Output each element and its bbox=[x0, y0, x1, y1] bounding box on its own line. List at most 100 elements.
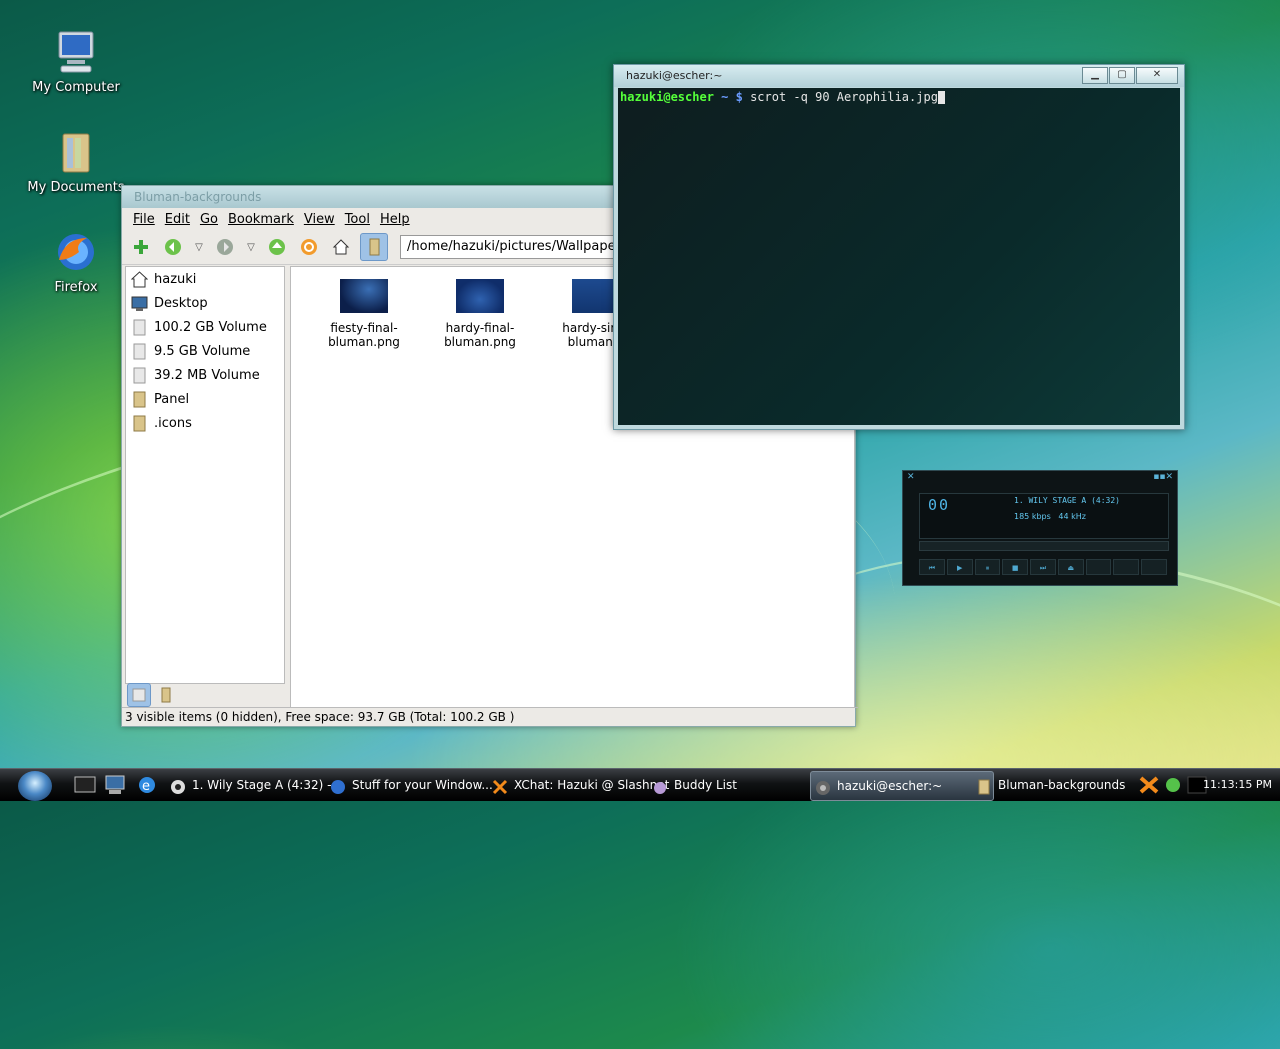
bitrate-value: 185 kbps bbox=[1014, 512, 1051, 521]
sidebar-item-volume[interactable]: 39.2 MB Volume bbox=[126, 363, 284, 387]
prompt-dir: ~ $ bbox=[721, 90, 743, 104]
tree-tab-icon[interactable] bbox=[155, 684, 177, 706]
minimize-icon[interactable]: ▁ bbox=[1082, 67, 1108, 84]
media-player[interactable]: ✕ ▪▪✕ 00 1. WILY STAGE A (4:32) 185 kbps… bbox=[902, 470, 1178, 586]
image-thumbnail bbox=[456, 279, 504, 313]
player-display: 00 1. WILY STAGE A (4:32) 185 kbps 44 kH… bbox=[919, 493, 1169, 539]
xchat-tray-icon[interactable] bbox=[1138, 775, 1160, 795]
task-music-player[interactable]: 1. Wily Stage A (4:32) - ... bbox=[166, 771, 342, 799]
window-title-text: hazuki@escher:~ bbox=[626, 69, 723, 82]
desktop-icon-firefox[interactable]: Firefox bbox=[26, 230, 126, 295]
equalizer-icon[interactable] bbox=[1113, 559, 1140, 575]
file-item[interactable]: hardy-final- bluman.png bbox=[425, 279, 535, 349]
menu-help[interactable]: Help bbox=[380, 212, 410, 227]
sidebar-item-label: Panel bbox=[154, 391, 190, 407]
terminal-launcher-icon[interactable] bbox=[74, 775, 96, 795]
pane-splitter[interactable] bbox=[285, 266, 289, 706]
player-menu-icon[interactable]: ✕ bbox=[907, 472, 915, 482]
folder-icon bbox=[131, 391, 148, 408]
playlist-icon[interactable] bbox=[1141, 559, 1168, 575]
previous-icon[interactable]: ⏮ bbox=[919, 559, 945, 575]
sidebar-item-label: hazuki bbox=[154, 271, 197, 287]
computer-launcher-icon[interactable] bbox=[104, 775, 126, 795]
menu-tool[interactable]: Tool bbox=[345, 212, 370, 227]
pidgin-tray-icon[interactable] bbox=[1162, 775, 1184, 795]
sidebar-item-volume[interactable]: 100.2 GB Volume bbox=[126, 315, 284, 339]
task-browser[interactable]: Stuff for your Window... bbox=[326, 771, 508, 799]
image-thumbnail bbox=[340, 279, 388, 313]
play-icon[interactable]: ▶ bbox=[946, 559, 973, 575]
menu-view[interactable]: View bbox=[304, 212, 335, 227]
task-label: Stuff for your Window... bbox=[352, 778, 493, 792]
file-item[interactable]: fiesty-final- bluman.png bbox=[309, 279, 419, 349]
browser-launcher-icon[interactable]: e bbox=[136, 775, 158, 795]
sidebar-item-panel[interactable]: Panel bbox=[126, 387, 284, 411]
close-icon[interactable]: ✕ bbox=[1136, 67, 1178, 84]
task-terminal[interactable]: hazuki@escher:~ bbox=[810, 771, 994, 801]
sidebar-item-home[interactable]: hazuki bbox=[126, 267, 284, 291]
view-mode-icon[interactable] bbox=[360, 233, 388, 261]
window-title[interactable]: hazuki@escher:~ ▁ ▢ ✕ bbox=[614, 65, 1184, 87]
up-icon[interactable] bbox=[264, 234, 290, 260]
drive-icon bbox=[131, 367, 148, 384]
sidebar-item-label: 39.2 MB Volume bbox=[154, 367, 260, 383]
menu-file[interactable]: File bbox=[133, 212, 155, 227]
places-tab-icon[interactable] bbox=[127, 683, 151, 707]
menu-bookmark[interactable]: Bookmark bbox=[228, 212, 294, 227]
task-file-manager[interactable]: Bluman-backgrounds bbox=[972, 771, 1154, 799]
firefox-icon bbox=[55, 230, 97, 276]
forward-icon[interactable] bbox=[212, 234, 238, 260]
menu-edit[interactable]: Edit bbox=[165, 212, 190, 227]
file-name: bluman.png bbox=[328, 335, 400, 349]
back-icon[interactable] bbox=[160, 234, 186, 260]
folder-icon bbox=[976, 777, 992, 795]
sidebar-item-desktop[interactable]: Desktop bbox=[126, 291, 284, 315]
player-window-controls[interactable]: ▪▪✕ bbox=[1153, 472, 1173, 482]
folder-icon bbox=[131, 415, 148, 432]
player-controls: ⏮ ▶ ⏸ ■ ⏭ ⏏ bbox=[919, 559, 1168, 575]
terminal-window[interactable]: hazuki@escher:~ ▁ ▢ ✕ hazuki@escher ~ $ … bbox=[613, 64, 1185, 430]
prompt-user: hazuki@escher bbox=[620, 90, 714, 104]
chevron-down-icon[interactable]: ▽ bbox=[192, 234, 206, 260]
home-icon[interactable] bbox=[328, 234, 354, 260]
pause-icon[interactable]: ⏸ bbox=[974, 559, 1001, 575]
desktop-icon-my-computer[interactable]: My Computer bbox=[26, 30, 126, 95]
file-name: bluman.png bbox=[444, 335, 516, 349]
desktop-icon-my-documents[interactable]: My Documents bbox=[26, 130, 126, 195]
sidebar: hazuki Desktop 100.2 GB Volume 9.5 GB Vo… bbox=[125, 266, 285, 684]
maximize-icon[interactable]: ▢ bbox=[1109, 67, 1135, 84]
chevron-down-icon[interactable]: ▽ bbox=[244, 234, 258, 260]
sidebar-tabs bbox=[125, 682, 285, 708]
desktop-icon-label: Firefox bbox=[54, 280, 98, 295]
terminal-icon bbox=[815, 778, 831, 795]
eject-icon[interactable]: ⏏ bbox=[1057, 559, 1084, 575]
sidebar-item-volume[interactable]: 9.5 GB Volume bbox=[126, 339, 284, 363]
terminal-output[interactable]: hazuki@escher ~ $ scrot -q 90 Aerophilia… bbox=[618, 88, 1180, 425]
samplerate-value: 44 kHz bbox=[1058, 512, 1086, 521]
svg-text:e: e bbox=[142, 779, 150, 794]
pidgin-icon bbox=[652, 777, 668, 794]
desktop-icon-label: My Documents bbox=[27, 180, 125, 195]
player-titlebar: ✕ ▪▪✕ bbox=[903, 471, 1177, 483]
stop-icon[interactable]: ■ bbox=[1002, 559, 1029, 575]
next-icon[interactable]: ⏭ bbox=[1030, 559, 1056, 575]
seek-bar[interactable] bbox=[919, 541, 1169, 551]
task-xchat[interactable]: XChat: Hazuki @ Slashnet bbox=[488, 771, 670, 799]
sidebar-item-icons[interactable]: .icons bbox=[126, 411, 284, 435]
music-player-icon bbox=[170, 777, 186, 794]
start-button[interactable] bbox=[18, 771, 52, 801]
desktop-icon bbox=[131, 295, 148, 312]
file-name: hardy-final- bbox=[445, 321, 515, 335]
shuffle-icon[interactable] bbox=[1085, 559, 1112, 575]
bitrate: 185 kbps 44 kHz bbox=[1014, 512, 1086, 521]
status-bar: 3 visible items (0 hidden), Free space: … bbox=[122, 707, 858, 726]
new-tab-icon[interactable] bbox=[128, 234, 154, 260]
text-cursor bbox=[937, 91, 945, 104]
reload-icon[interactable] bbox=[296, 234, 322, 260]
playback-time: 00 bbox=[928, 496, 951, 514]
menu-go[interactable]: Go bbox=[200, 212, 218, 227]
task-buddy-list[interactable]: Buddy List bbox=[648, 771, 824, 799]
home-icon bbox=[130, 270, 149, 288]
taskbar: e 1. Wily Stage A (4:32) - ... Stuff for… bbox=[0, 768, 1280, 801]
clock[interactable]: 11:13:15 PM bbox=[1203, 771, 1272, 799]
